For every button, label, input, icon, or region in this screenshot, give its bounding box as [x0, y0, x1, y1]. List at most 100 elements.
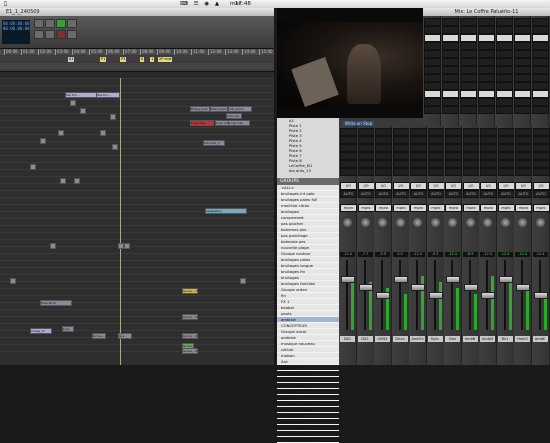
record-button[interactable]: [56, 30, 66, 39]
insert-slot[interactable]: [514, 74, 531, 82]
send-slot[interactable]: [480, 144, 497, 152]
io-selector[interactable]: I/O: [392, 182, 410, 190]
send-slot[interactable]: [532, 136, 550, 144]
pan-knob[interactable]: [395, 218, 405, 227]
insert-slot[interactable]: [460, 34, 477, 42]
insert-slot[interactable]: [478, 90, 495, 98]
send-slot[interactable]: [497, 160, 515, 168]
send-slot[interactable]: [375, 136, 392, 144]
send-slot[interactable]: [357, 144, 375, 152]
marker[interactable]: 2P end: [158, 57, 173, 62]
mode-button[interactable]: mpro: [375, 204, 392, 212]
track-list-item[interactable]: bio ants_13: [277, 168, 339, 173]
audio-clip[interactable]: Group…7: [182, 288, 198, 294]
insert-slot[interactable]: [424, 26, 441, 34]
mode-button[interactable]: mpro: [410, 204, 427, 212]
insert-slot[interactable]: [496, 82, 513, 90]
send-slot[interactable]: [497, 136, 515, 144]
automation-mode[interactable]: AUTO: [375, 190, 392, 198]
tracks-area[interactable]: Pas Pro… Pas Pro… Bobby Jeek Marie Jeek Intr…: [0, 78, 274, 365]
insert-slot[interactable]: [514, 34, 531, 42]
return-to-zero-button[interactable]: [34, 19, 44, 28]
insert-slot[interactable]: [532, 26, 549, 34]
insert-slot[interactable]: [478, 18, 495, 26]
audio-clip[interactable]: Musi Bout: [40, 300, 72, 306]
send-slot[interactable]: [410, 144, 427, 152]
send-slot[interactable]: [497, 128, 515, 136]
insert-slot[interactable]: [478, 42, 495, 50]
insert-slot[interactable]: [442, 90, 459, 98]
send-slot[interactable]: [340, 152, 357, 160]
send-slot[interactable]: [445, 168, 462, 176]
insert-slot[interactable]: [424, 50, 441, 58]
send-slot[interactable]: [340, 144, 357, 152]
pan-knob[interactable]: [535, 218, 545, 227]
insert-slot[interactable]: [478, 50, 495, 58]
insert-slot[interactable]: [496, 58, 513, 66]
audio-clip[interactable]: Marie Jeek: [210, 106, 228, 112]
insert-slot[interactable]: [460, 106, 477, 114]
send-slot[interactable]: [532, 128, 550, 136]
pan-knob[interactable]: [448, 218, 457, 227]
channel-name[interactable]: Bn1: [497, 336, 513, 342]
insert-slot[interactable]: [496, 98, 513, 106]
send-slot[interactable]: [480, 168, 497, 176]
insert-slot[interactable]: [460, 66, 477, 74]
send-slot[interactable]: [340, 168, 357, 176]
insert-slot[interactable]: [514, 18, 531, 26]
rewind-button[interactable]: [45, 19, 55, 28]
audio-clip[interactable]: tutorials_n: [203, 140, 225, 146]
insert-slot[interactable]: [424, 74, 441, 82]
insert-slot[interactable]: [460, 18, 477, 26]
region-fragment[interactable]: [10, 278, 16, 284]
insert-slot[interactable]: [478, 34, 495, 42]
automation-mode[interactable]: AUTO: [445, 190, 462, 198]
insert-slot[interactable]: [460, 82, 477, 90]
volume-fader[interactable]: [341, 276, 355, 283]
io-selector[interactable]: I/O: [357, 182, 375, 190]
pan-knob[interactable]: [483, 218, 492, 227]
volume-fader[interactable]: [393, 276, 408, 283]
insert-slot[interactable]: [514, 42, 531, 50]
mode-button[interactable]: mpro: [497, 204, 515, 212]
automation-mode[interactable]: AUTO: [515, 190, 532, 198]
send-slot[interactable]: [532, 144, 550, 152]
insert-slot[interactable]: [424, 42, 441, 50]
channel-name[interactable]: DX1: [340, 336, 355, 342]
insert-slot[interactable]: [478, 26, 495, 34]
mode-button[interactable]: mpro: [515, 204, 532, 212]
audio-clip[interactable]: Loop Inte: [190, 120, 214, 126]
send-slot[interactable]: [392, 136, 410, 144]
volume-fader[interactable]: [533, 292, 548, 299]
automation-mode[interactable]: AUTO: [410, 190, 427, 198]
region-fragment[interactable]: [100, 130, 106, 136]
pan-knob[interactable]: [343, 218, 352, 227]
marker[interactable]: P1: [100, 57, 107, 62]
audio-clip[interactable]: Image_Sl: [30, 328, 52, 334]
send-slot[interactable]: [375, 168, 392, 176]
io-selector[interactable]: I/O: [375, 182, 392, 190]
channel-name[interactable]: DX2: [357, 336, 373, 342]
volume-fader[interactable]: [376, 292, 390, 299]
insert-slot[interactable]: [514, 50, 531, 58]
main-counter[interactable]: 00:00:00:00 00:00:00:00: [2, 20, 30, 44]
insert-slot[interactable]: [514, 66, 531, 74]
volume-fader[interactable]: [498, 276, 513, 283]
mode-button[interactable]: mpro: [445, 204, 462, 212]
region-fragment[interactable]: [80, 108, 86, 114]
insert-slot[interactable]: [496, 18, 513, 26]
io-selector[interactable]: I/O: [445, 182, 462, 190]
insert-slot[interactable]: [424, 90, 441, 98]
insert-slot[interactable]: [496, 90, 513, 98]
send-slot[interactable]: [515, 128, 532, 136]
io-selector[interactable]: I/O: [532, 182, 550, 190]
volume-fader[interactable]: [481, 292, 495, 299]
insert-slot[interactable]: [478, 74, 495, 82]
volume-fader[interactable]: [463, 284, 478, 291]
insert-slot[interactable]: [460, 50, 477, 58]
send-slot[interactable]: [427, 168, 445, 176]
send-slot[interactable]: [410, 160, 427, 168]
pan-knob[interactable]: [360, 218, 370, 227]
send-slot[interactable]: [427, 144, 445, 152]
send-slot[interactable]: [515, 152, 532, 160]
